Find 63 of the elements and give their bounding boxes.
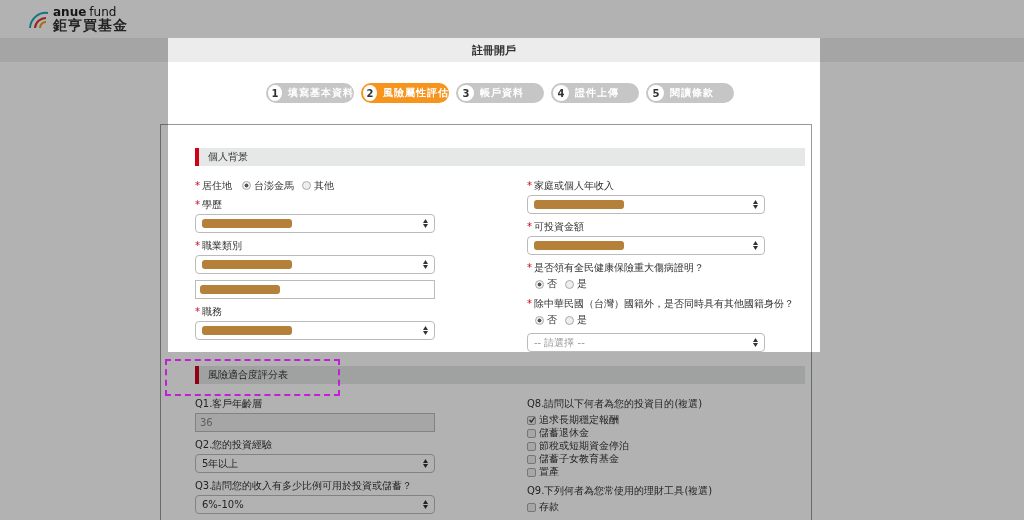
dropdown-select[interactable] — [527, 195, 765, 214]
dropdown-select[interactable]: 6%-10% — [195, 495, 435, 514]
required-marker: * — [527, 297, 532, 310]
step-tab[interactable]: 1 填寫基本資料 — [266, 83, 354, 103]
radio-option[interactable]: 否 — [535, 313, 557, 327]
step-tab[interactable]: 2 風險屬性評估 — [361, 83, 449, 103]
updown-arrows-icon — [753, 241, 758, 250]
checkbox-option[interactable]: 存款 — [527, 501, 765, 513]
radio-option[interactable]: 是 — [565, 277, 587, 291]
checkbox-option[interactable]: 儲蓄子女教育基金 — [527, 453, 765, 465]
updown-arrows-icon — [423, 459, 428, 468]
field-label-text: 除中華民國（台灣）國籍外，是否同時具有其他國籍身份？ — [534, 297, 794, 310]
rainbow-arcs-icon — [28, 10, 50, 28]
input-field[interactable] — [195, 280, 435, 299]
logo-suffix-text: fund — [89, 6, 117, 18]
required-marker: * — [527, 220, 532, 233]
step-tab[interactable]: 4 證件上傳 — [551, 83, 639, 103]
radio-option[interactable]: 是 — [565, 313, 587, 327]
field-label-text: 學歷 — [202, 198, 222, 211]
field-label-text: Q3.請問您的收入有多少比例可用於投資或儲蓄？ — [195, 479, 413, 492]
updown-arrows-icon — [753, 338, 758, 347]
field-label-text: 職務 — [202, 305, 222, 318]
updown-arrows-icon — [423, 326, 428, 335]
section-title: 個人背景 — [208, 150, 248, 164]
page-title: 註冊開戶 — [471, 42, 517, 58]
radio-option[interactable]: 台澎金馬 — [242, 179, 294, 192]
logo[interactable]: anue fund 鉅亨買基金 — [28, 6, 128, 32]
required-marker: * — [195, 305, 200, 318]
updown-arrows-icon — [423, 219, 428, 228]
checkbox-option[interactable]: 置產 — [527, 466, 765, 478]
field-label-text: 居住地 — [202, 179, 232, 192]
checkbox-option[interactable]: 儲蓄退休金 — [527, 427, 765, 439]
field-label-text: 職業類別 — [202, 239, 242, 252]
field-label-text: 是否領有全民健康保險重大傷病證明？ — [534, 261, 704, 274]
step-tab[interactable]: 5 閱讀條款 — [646, 83, 734, 103]
dropdown-select[interactable] — [195, 255, 435, 274]
checkmark-icon — [528, 417, 535, 423]
field-label-text: 可投資金額 — [534, 220, 584, 233]
radio-option[interactable]: 否 — [535, 277, 557, 291]
required-marker: * — [195, 179, 200, 192]
dropdown-select[interactable] — [527, 236, 765, 255]
field-label-text: Q9.下列何者為您常使用的理財工具(複選) — [527, 484, 713, 497]
updown-arrows-icon — [423, 260, 428, 269]
logo-subtitle: 鉅亨買基金 — [53, 18, 128, 32]
field-label-text: Q1.客戶年齡層 — [195, 397, 263, 410]
required-marker: * — [527, 261, 532, 274]
dropdown-select[interactable]: 5年以上 — [195, 454, 435, 473]
updown-arrows-icon — [753, 200, 758, 209]
dropdown-select[interactable] — [195, 214, 435, 233]
required-marker: * — [195, 239, 200, 252]
checkbox-option[interactable]: 節稅或短期資金停泊 — [527, 440, 765, 452]
radio-option[interactable]: 其他 — [302, 179, 334, 192]
section-title: 風險適合度評分表 — [208, 368, 288, 382]
field-label-text: Q2.您的投資經驗 — [195, 438, 273, 451]
updown-arrows-icon — [423, 500, 428, 509]
logo-brand-text: anue — [53, 6, 87, 18]
required-marker: * — [195, 198, 200, 211]
step-tab[interactable]: 3 帳戶資料 — [456, 83, 544, 103]
field-label-text: Q8.請問以下何者為您的投資目的(複選) — [527, 397, 703, 410]
checkbox-option[interactable]: 追求長期穩定報酬 — [527, 414, 765, 426]
dropdown-select[interactable] — [195, 321, 435, 340]
field-label-text: 家庭或個人年收入 — [534, 179, 614, 192]
required-marker: * — [527, 179, 532, 192]
